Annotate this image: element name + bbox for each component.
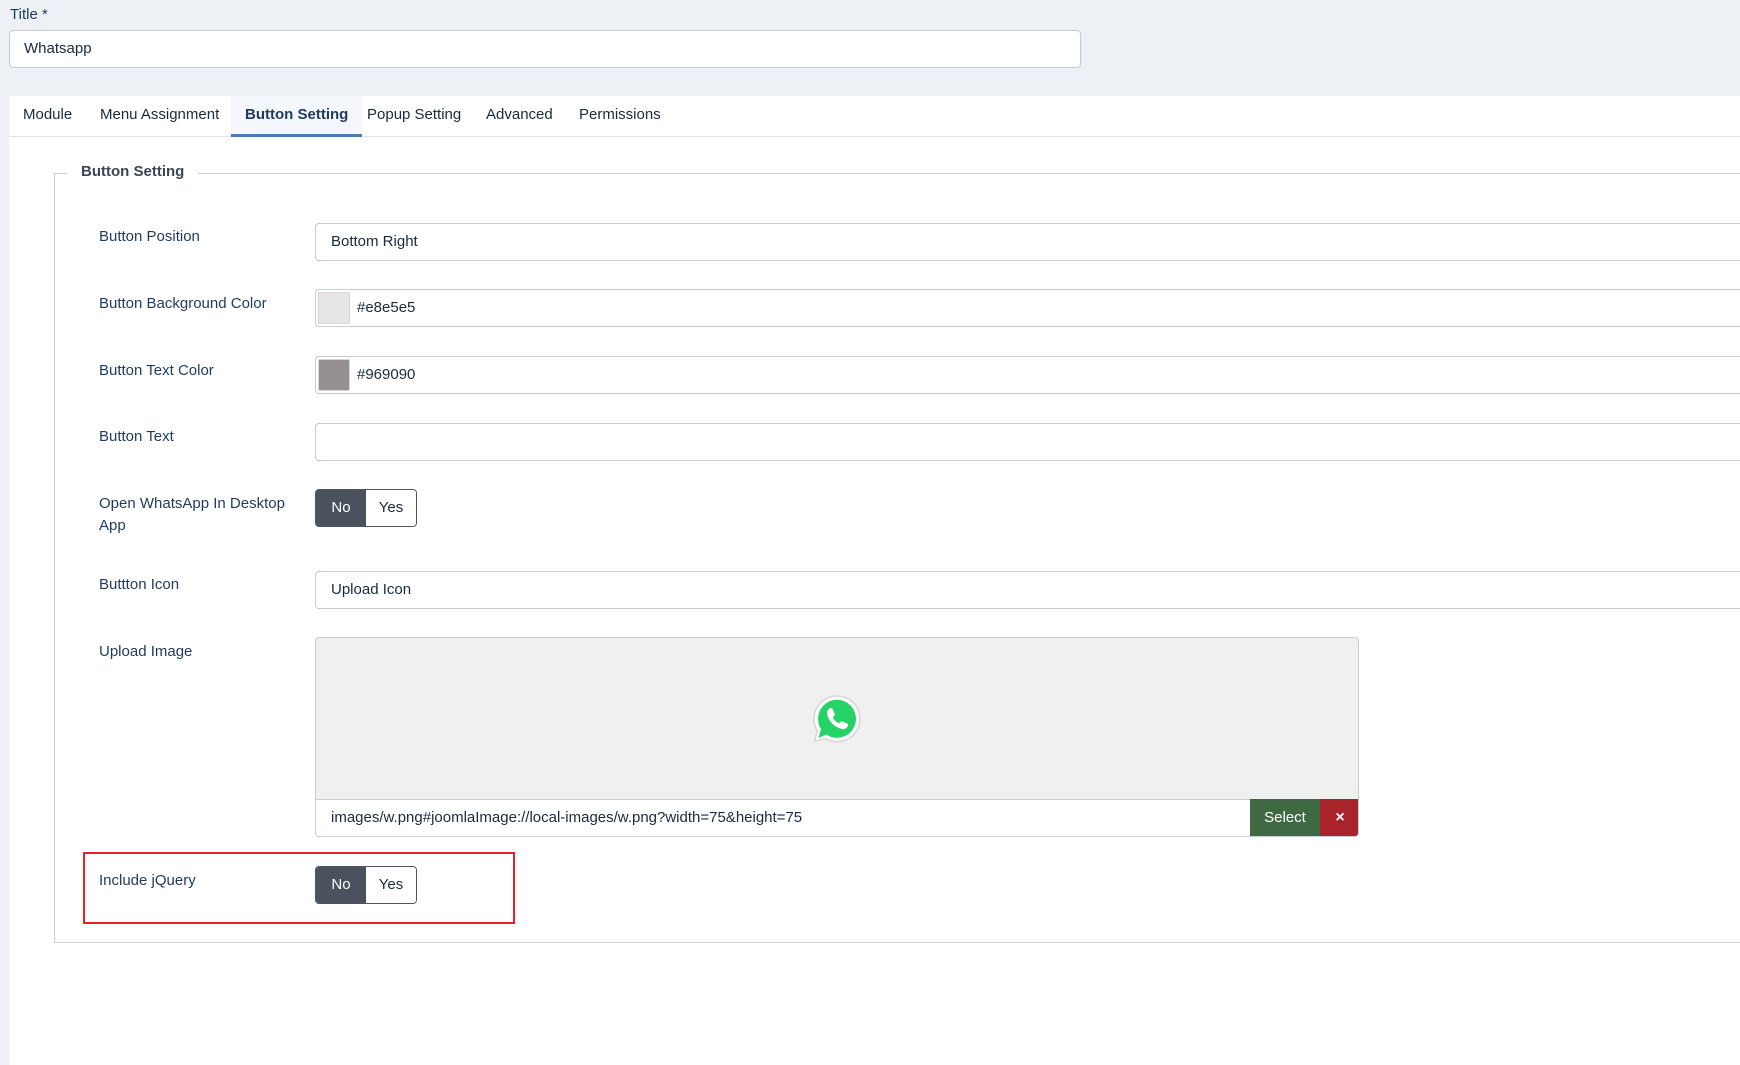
- bg-color-value: #e8e5e5: [357, 299, 416, 316]
- include-jquery-label: Include jQuery: [99, 872, 196, 889]
- close-icon: ×: [1335, 809, 1345, 826]
- open-desktop-yes[interactable]: Yes: [366, 490, 416, 526]
- bg-color-field[interactable]: #e8e5e5: [315, 289, 1740, 327]
- upload-image-label: Upload Image: [99, 643, 193, 660]
- tab-popup-setting[interactable]: Popup Setting: [353, 96, 475, 134]
- title-input[interactable]: Whatsapp: [9, 30, 1081, 68]
- tab-module[interactable]: Module: [9, 96, 86, 134]
- open-desktop-toggle[interactable]: No Yes: [315, 489, 417, 527]
- media-field: images/w.png#joomlaImage://local-images/…: [315, 637, 1359, 837]
- bg-color-swatch[interactable]: [318, 292, 350, 324]
- text-color-field[interactable]: #969090: [315, 356, 1740, 394]
- tab-permissions[interactable]: Permissions: [565, 96, 675, 134]
- text-color-value: #969090: [357, 366, 416, 383]
- include-jquery-yes[interactable]: Yes: [366, 867, 416, 903]
- button-icon-select[interactable]: Upload Icon: [315, 571, 1740, 609]
- include-jquery-no[interactable]: No: [316, 867, 366, 903]
- open-desktop-label: Open WhatsApp In Desktop App: [99, 495, 285, 534]
- media-path-input[interactable]: images/w.png#joomlaImage://local-images/…: [316, 799, 1250, 836]
- button-icon-label: Buttton Icon: [99, 576, 180, 593]
- button-text-label: Button Text: [99, 428, 174, 445]
- whatsapp-logo-icon: [813, 695, 861, 743]
- text-color-label: Button Text Color: [99, 362, 214, 379]
- bg-color-label: Button Background Color: [99, 295, 267, 312]
- tab-bar: Module Menu Assignment Button Setting Po…: [9, 96, 1740, 137]
- button-position-select[interactable]: Bottom Right: [315, 223, 1740, 261]
- include-jquery-toggle[interactable]: No Yes: [315, 866, 417, 904]
- tab-advanced[interactable]: Advanced: [472, 96, 567, 134]
- text-color-swatch[interactable]: [318, 359, 350, 391]
- select-image-button[interactable]: Select: [1250, 799, 1320, 836]
- clear-image-button[interactable]: ×: [1320, 799, 1358, 836]
- fieldset-legend: Button Setting: [67, 163, 199, 180]
- tab-menu-assignment[interactable]: Menu Assignment: [86, 96, 233, 134]
- open-desktop-no[interactable]: No: [316, 490, 366, 526]
- button-text-input[interactable]: [315, 423, 1740, 461]
- module-edit-panel: Module Menu Assignment Button Setting Po…: [9, 96, 1740, 1065]
- tab-button-setting[interactable]: Button Setting: [231, 96, 363, 137]
- title-label: Title *: [10, 6, 48, 23]
- button-position-label: Button Position: [99, 228, 200, 245]
